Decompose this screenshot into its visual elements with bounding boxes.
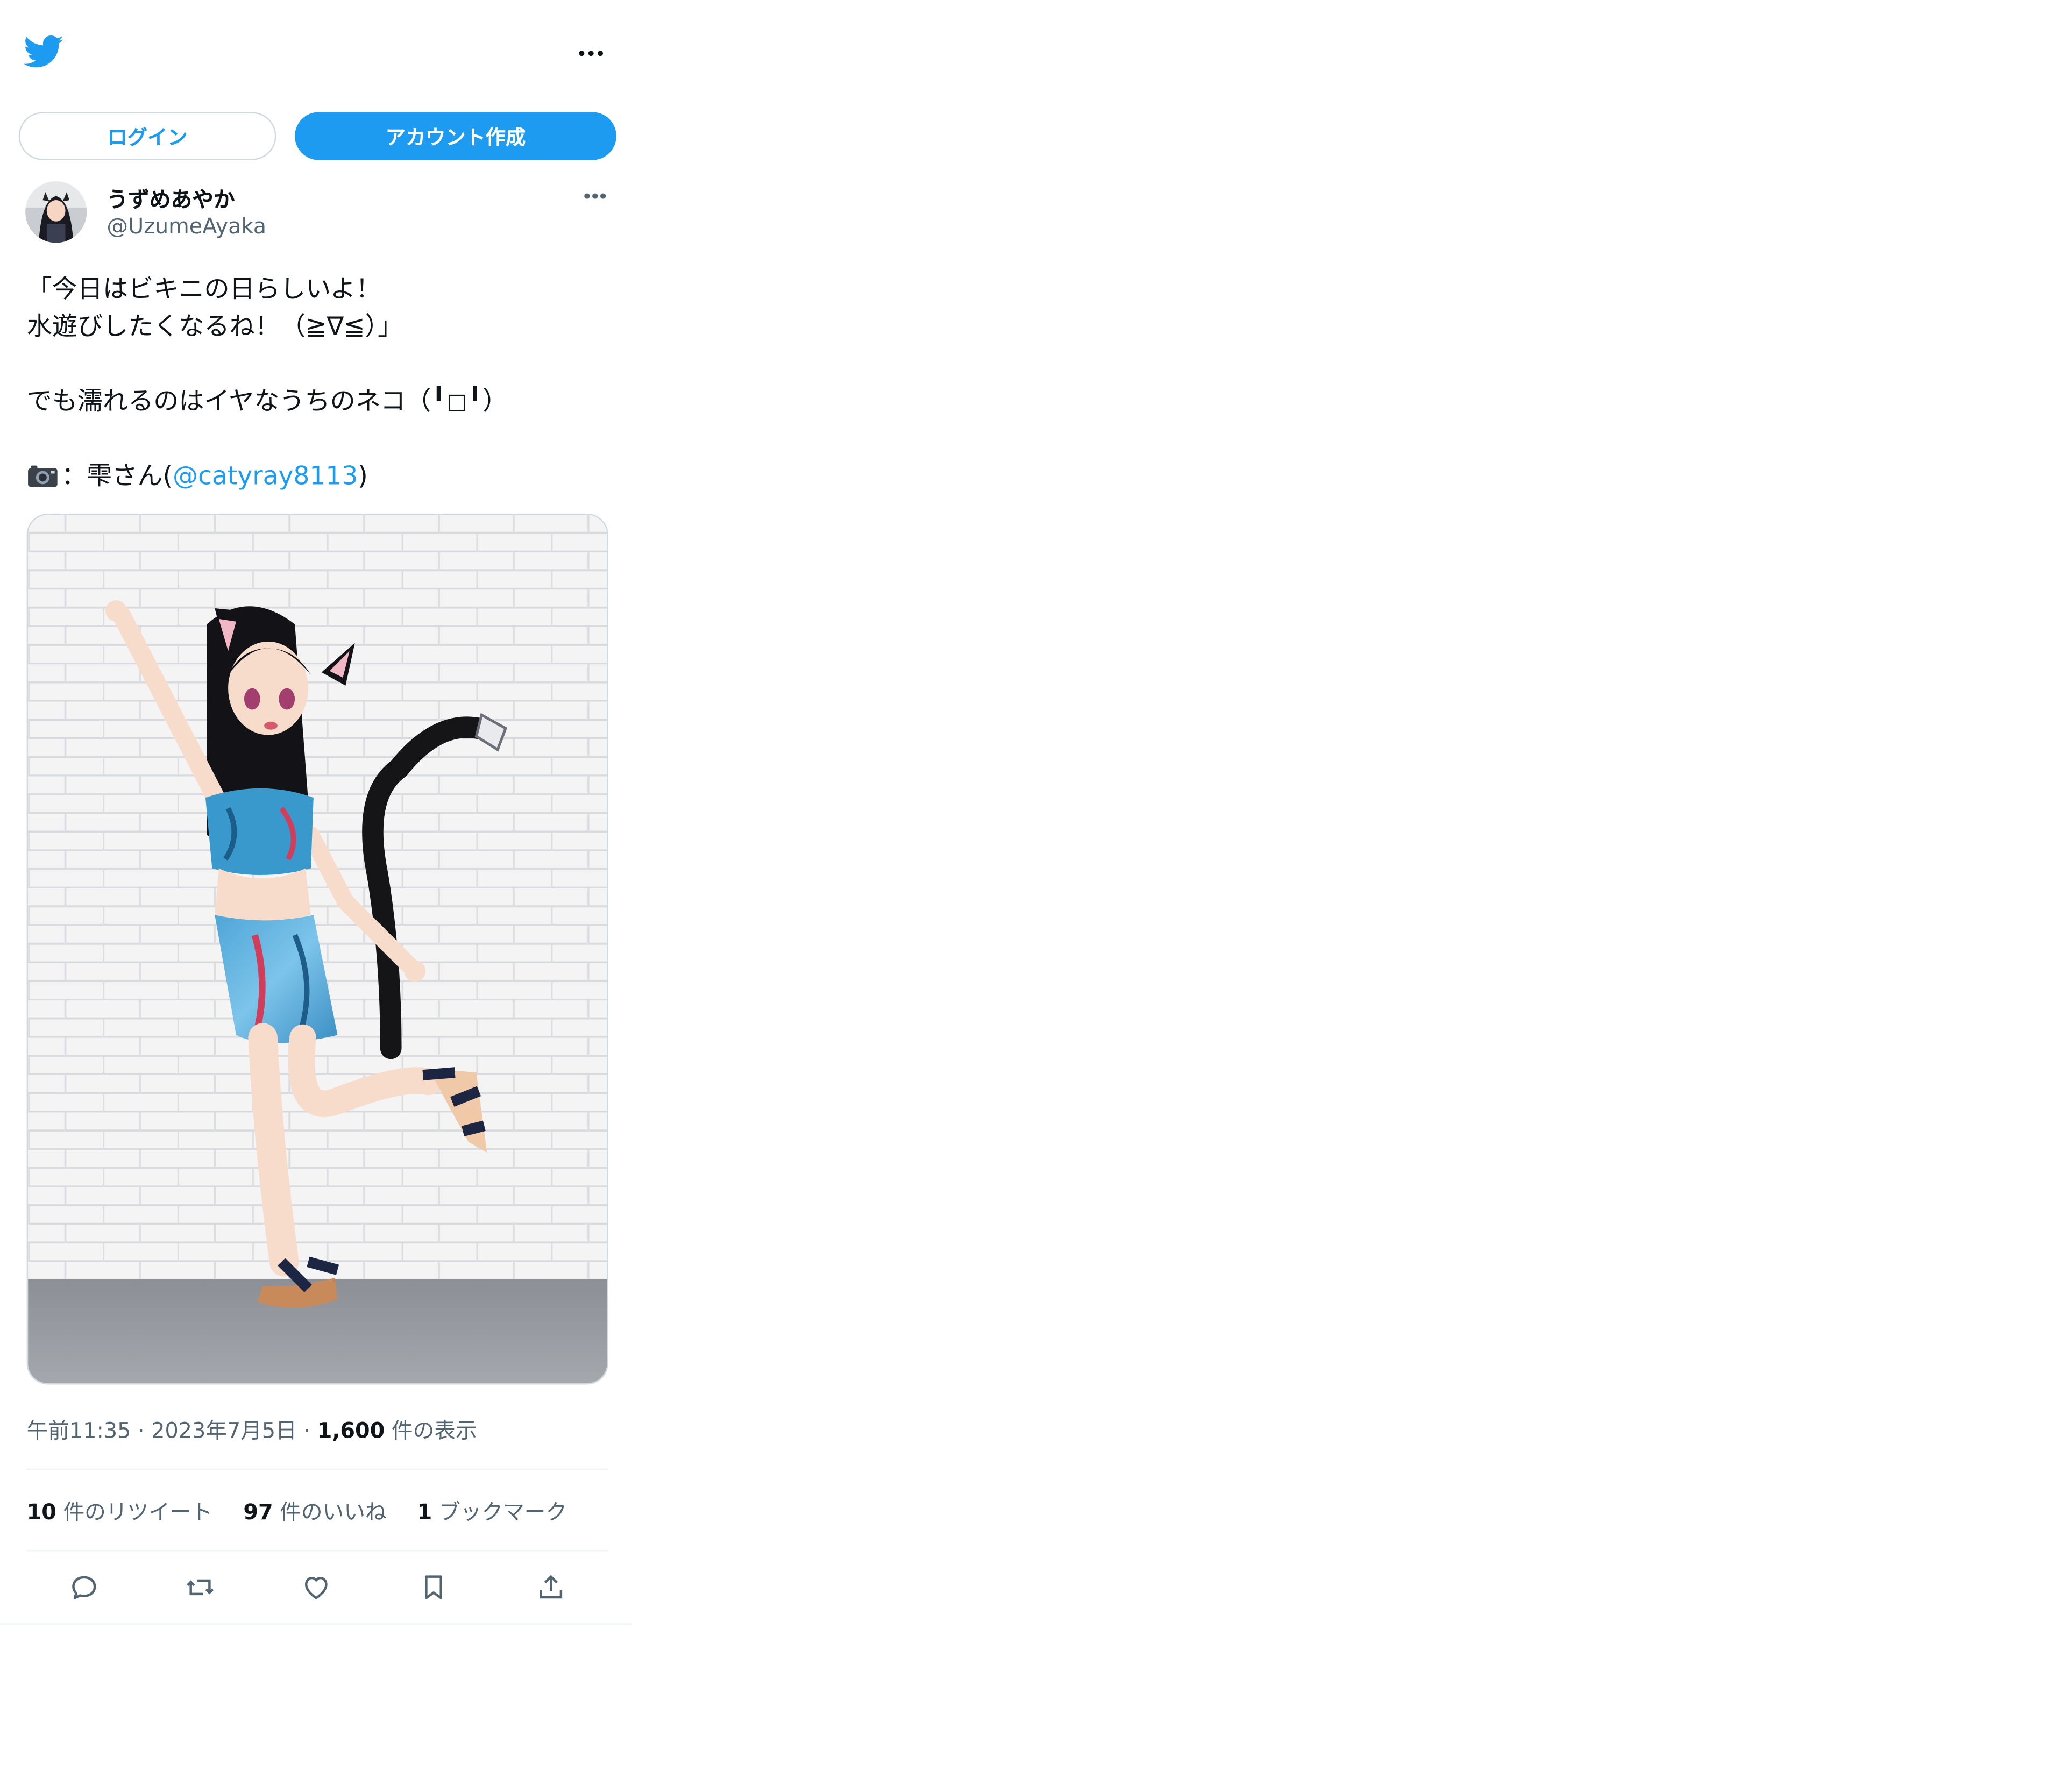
bookmarks-stat[interactable]: 1 ブックマーク [417,1494,567,1526]
heart-icon [304,1576,328,1599]
retweets-stat[interactable]: 10 件のリツイート [27,1494,213,1526]
retweets-label: 件のリツイート [63,1499,213,1525]
tweet-text-line [27,420,614,457]
action-bar [27,1555,608,1619]
tweet-text: 「今日はビキニの日らしいよ！ 水遊びしたくなるね！（≧∇≦）」 でも濡れるのはイ… [27,271,614,495]
twitter-bird-icon[interactable] [24,34,64,69]
signup-button[interactable]: アカウント作成 [295,112,616,160]
share-button[interactable] [533,1569,570,1606]
display-name[interactable]: うずめあやか [107,181,235,214]
share-icon [540,1575,563,1599]
divider [0,1623,633,1625]
tweet-text-line: 「今日はビキニの日らしいよ！ [26,274,381,304]
retweet-button[interactable] [181,1569,218,1606]
bookmarks-label: ブックマーク [438,1499,567,1525]
bookmarks-count: 1 [417,1499,432,1525]
divider [26,1549,608,1552]
likes-count: 97 [243,1499,273,1525]
meta-separator: · [138,1418,145,1443]
credit-prefix: ：雫さん( [61,461,173,491]
tweet-text-line: 水遊びしたくなるね！（≧∇≦）」 [26,312,403,342]
tweet-time[interactable]: 午前11:35 [27,1418,131,1443]
likes-stat[interactable]: 97 件のいいね [243,1494,386,1526]
tweet-page: ログイン アカウント作成 うずめあやか @UzumeAyaka 「今日はビキニの… [0,0,2072,1785]
meta-separator: · [303,1418,311,1443]
bookmark-icon [425,1575,442,1599]
more-horizontal-icon[interactable] [571,37,611,69]
views-count: 1,600 [317,1418,385,1443]
reply-icon [72,1576,96,1599]
credit-suffix: ) [358,461,368,491]
likes-label: 件のいいね [280,1499,387,1525]
retweets-count: 10 [26,1499,56,1525]
tweet-meta: 午前11:35 · 2023年7月5日 · 1,600 件の表示 [27,1413,477,1445]
tweet-stats: 10 件のリツイート 97 件のいいね 1 ブックマーク [27,1494,598,1526]
tweet-photo[interactable] [26,513,608,1385]
like-button[interactable] [297,1569,335,1606]
views-label: 件の表示 [391,1418,477,1443]
tweet-text-line [27,345,614,382]
photo-credit: ：雫さん(@catyray8113) [27,458,614,495]
mention-link[interactable]: @catyray8113 [173,461,358,491]
tweet-more-icon[interactable] [579,183,611,210]
top-bar [0,0,633,106]
bookmark-button[interactable] [415,1569,452,1606]
photo [28,515,607,1383]
camera-icon [28,465,58,487]
login-button[interactable]: ログイン [18,112,276,160]
tweet-text-line: でも濡れるのはイヤなうちのネコ（╹◻╹） [26,387,508,416]
divider [26,1468,608,1470]
retweet-icon [186,1579,214,1596]
reply-button[interactable] [66,1569,103,1606]
user-handle[interactable]: @UzumeAyaka [107,214,266,239]
avatar[interactable] [25,181,87,243]
tweet-date[interactable]: 2023年7月5日 [151,1418,297,1443]
